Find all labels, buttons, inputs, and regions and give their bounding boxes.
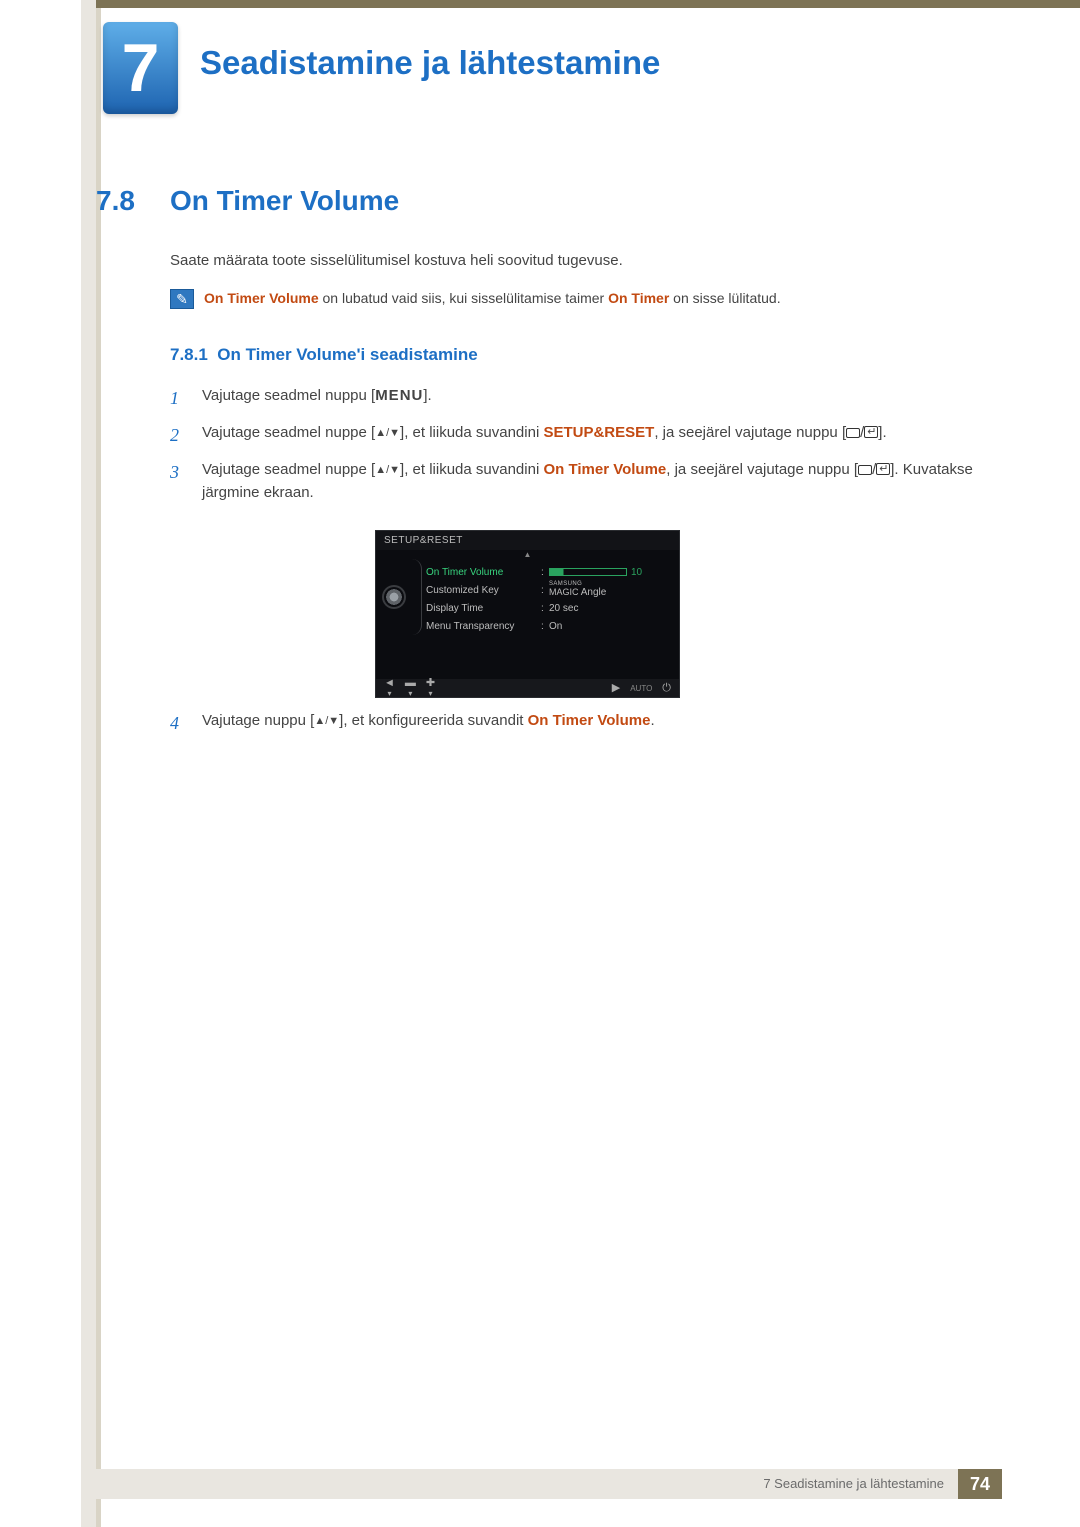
osd-row-on-timer-volume: On Timer Volume : 10 — [426, 563, 671, 581]
note-end: on sisse lülitatud. — [669, 290, 780, 306]
subsection-number: 7.8.1 — [170, 345, 208, 364]
note-term2: On Timer — [608, 290, 669, 306]
section-number: 7.8 — [96, 185, 135, 217]
section-intro: Saate määrata toote sisselülitumisel kos… — [170, 252, 990, 269]
step-3: 3 Vajutage seadmel nuppe [▲/▼], et liiku… — [170, 459, 990, 504]
footer-label: 7 Seadistamine ja lähtestamine — [749, 1469, 958, 1499]
step-num: 2 — [170, 422, 188, 449]
top-bar — [96, 0, 1080, 8]
slider-value: 10 — [631, 567, 642, 578]
enter-icon — [864, 426, 878, 438]
note-term1: On Timer Volume — [204, 290, 319, 306]
footer-page-number: 74 — [958, 1469, 1002, 1499]
osd-minus-icon: ▬▾ — [405, 678, 416, 698]
step-4: 4 Vajutage nuppu [▲/▼], et konfigureerid… — [170, 710, 990, 737]
osd-slider: 10 — [549, 567, 671, 578]
steps-list: 1 Vajutage seadmel nuppu [MENU]. 2 Vajut… — [170, 385, 990, 514]
menu-label: MENU — [375, 387, 423, 404]
osd-plus-icon: ✚▾ — [426, 678, 435, 698]
highlight: SETUP&RESET — [543, 424, 654, 441]
gear-icon — [384, 587, 404, 607]
step-num: 3 — [170, 459, 188, 504]
osd-row-menu-transparency: Menu Transparency : On — [426, 617, 671, 635]
updown-arrows-icon: ▲/▼ — [375, 425, 400, 442]
osd-gear-column — [376, 559, 412, 635]
step-num: 4 — [170, 710, 188, 737]
step-4-wrap: 4 Vajutage nuppu [▲/▼], et konfigureerid… — [170, 710, 990, 747]
osd-back-icon: ◄▾ — [384, 678, 395, 698]
chapter-badge: 7 — [103, 22, 178, 114]
osd-row-display-time: Display Time : 20 sec — [426, 599, 671, 617]
enter-icon — [876, 463, 890, 475]
source-icon — [846, 428, 860, 438]
osd-body: On Timer Volume : 10 Customized Key : SA… — [376, 559, 679, 635]
note-mid1: on lubatud vaid siis, kui sisselülitamis… — [319, 290, 608, 306]
page-footer: 7 Seadistamine ja lähtestamine 74 — [81, 1469, 1002, 1499]
step-1: 1 Vajutage seadmel nuppu [MENU]. — [170, 385, 990, 412]
osd-power-icon: ⏻ — [662, 683, 671, 694]
magic-label: SAMSUNGMAGIC — [549, 582, 671, 597]
osd-scroll-up-icon: ▲ — [376, 550, 679, 559]
updown-arrows-icon: ▲/▼ — [375, 462, 400, 479]
osd-rows: On Timer Volume : 10 Customized Key : SA… — [426, 559, 679, 635]
section-title: On Timer Volume — [170, 185, 399, 217]
osd-auto-label: AUTO — [630, 684, 652, 693]
updown-arrows-icon: ▲/▼ — [314, 713, 339, 730]
osd-label: Menu Transparency — [426, 621, 541, 632]
left-strip — [81, 0, 96, 1527]
slider-track — [549, 568, 627, 576]
osd-curve — [412, 559, 422, 635]
page: 7 Seadistamine ja lähtestamine 7.8 On Ti… — [0, 0, 1080, 1527]
subsection-heading: 7.8.1 On Timer Volume'i seadistamine — [170, 345, 478, 365]
left-strip-accent — [96, 0, 101, 1527]
osd-footer: ◄▾ ▬▾ ✚▾ ▶ AUTO ⏻ — [376, 679, 679, 697]
chapter-title: Seadistamine ja lähtestamine — [200, 44, 660, 82]
step-2: 2 Vajutage seadmel nuppe [▲/▼], et liiku… — [170, 422, 990, 449]
highlight: On Timer Volume — [543, 461, 666, 478]
osd-label: Customized Key — [426, 585, 541, 596]
osd-footer-right: ▶ AUTO ⏻ — [612, 683, 671, 694]
subsection-title: On Timer Volume'i seadistamine — [217, 345, 477, 364]
source-icon — [858, 465, 872, 475]
osd-value: On — [549, 621, 671, 632]
step-num: 1 — [170, 385, 188, 412]
highlight: On Timer Volume — [528, 712, 651, 729]
note-text: On Timer Volume on lubatud vaid siis, ku… — [204, 289, 990, 306]
osd-play-icon: ▶ — [612, 683, 620, 694]
step-text: Vajutage seadmel nuppu [MENU]. — [202, 385, 432, 412]
osd-value: 20 sec — [549, 603, 671, 614]
note-row: ✎ On Timer Volume on lubatud vaid siis, … — [170, 289, 990, 309]
osd-value: SAMSUNGMAGIC Angle — [549, 582, 671, 598]
osd-screenshot: SETUP&RESET ▲ On Timer Volume : 10 Custo… — [375, 530, 680, 698]
osd-label: On Timer Volume — [426, 567, 541, 578]
note-icon: ✎ — [170, 289, 194, 309]
osd-label: Display Time — [426, 603, 541, 614]
step-text: Vajutage seadmel nuppe [▲/▼], et liikuda… — [202, 459, 990, 504]
osd-row-customized-key: Customized Key : SAMSUNGMAGIC Angle — [426, 581, 671, 599]
step-text: Vajutage nuppu [▲/▼], et konfigureerida … — [202, 710, 655, 737]
step-text: Vajutage seadmel nuppe [▲/▼], et liikuda… — [202, 422, 887, 449]
osd-title: SETUP&RESET — [376, 531, 679, 550]
osd-footer-left: ◄▾ ▬▾ ✚▾ — [384, 678, 435, 698]
